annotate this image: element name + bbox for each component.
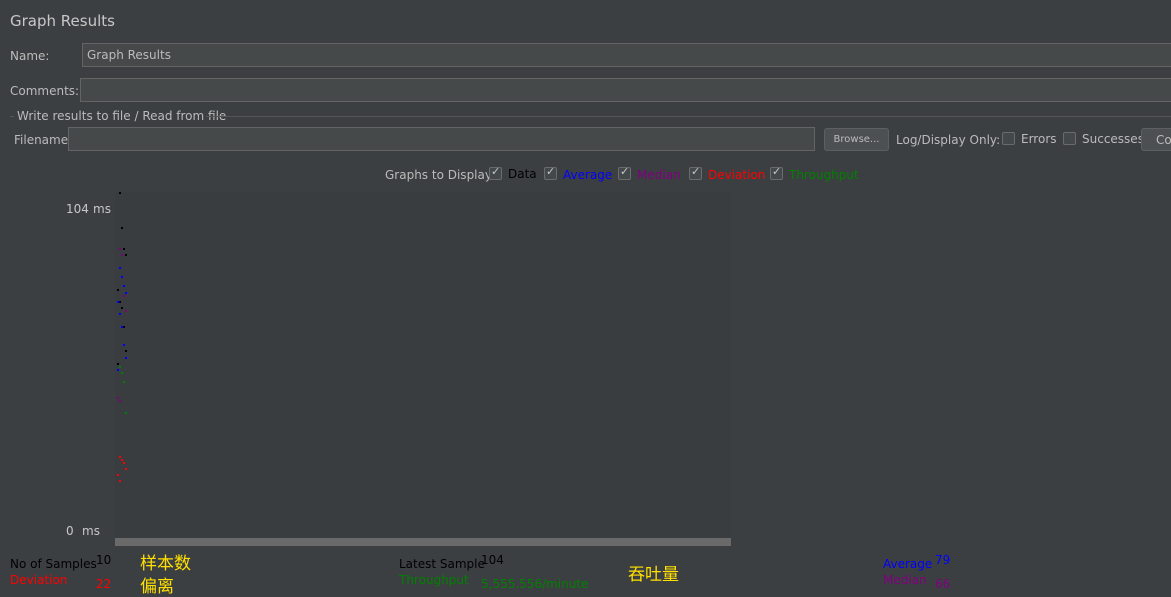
deviation-point xyxy=(125,468,127,471)
average-point xyxy=(119,313,121,316)
median-checkbox[interactable] xyxy=(618,165,631,180)
deviation-checkbox[interactable] xyxy=(689,165,702,180)
samples-value: 10 xyxy=(96,553,112,567)
data-point xyxy=(119,192,121,194)
name-label: Name: xyxy=(10,49,50,63)
horizontal-scrollbar[interactable] xyxy=(115,538,731,546)
filename-input[interactable] xyxy=(68,127,815,151)
median-point xyxy=(119,399,121,402)
file-group-title: Write results to file / Read from file xyxy=(17,109,227,123)
deviation-point xyxy=(119,455,121,458)
log-display-label: Log/Display Only: xyxy=(896,133,1001,147)
configure-button[interactable]: Co xyxy=(1141,128,1171,151)
median-value: 66 xyxy=(935,577,951,591)
data-point xyxy=(123,248,125,251)
average-value: 79 xyxy=(935,553,951,567)
median-label: Median xyxy=(883,573,927,587)
graph-plot-area xyxy=(115,192,731,538)
deviation-label: Deviation xyxy=(10,573,68,587)
throughput-point xyxy=(121,372,123,375)
data-legend-label: Data xyxy=(508,167,537,181)
y-axis-max-label: 104 xyxy=(66,202,89,216)
data-point xyxy=(125,350,127,353)
average-checkbox[interactable] xyxy=(544,165,557,180)
average-legend-label: Average xyxy=(563,168,613,182)
throughput-point xyxy=(123,381,125,384)
median-point xyxy=(123,294,125,297)
deviation-point xyxy=(119,480,121,483)
average-label: Average xyxy=(883,557,933,571)
y-axis-min-label: 0 xyxy=(66,524,74,538)
throughput-label: Throughput xyxy=(399,573,469,587)
data-point xyxy=(117,362,119,365)
latest-sample-label: Latest Sample xyxy=(399,557,485,571)
data-point xyxy=(125,254,127,257)
comments-input[interactable] xyxy=(80,78,1171,102)
median-point xyxy=(119,248,121,251)
median-point xyxy=(117,396,119,399)
deviation-point xyxy=(121,458,123,461)
throughput-point xyxy=(125,412,127,415)
data-point xyxy=(117,288,119,291)
average-point xyxy=(117,369,119,371)
deviation-legend-label: Deviation xyxy=(708,168,766,182)
deviation-point xyxy=(123,461,125,464)
throughput-point xyxy=(119,365,121,368)
data-point xyxy=(119,300,121,303)
successes-checkbox[interactable] xyxy=(1063,132,1076,145)
errors-checkbox[interactable] xyxy=(1002,132,1015,145)
average-point xyxy=(123,285,125,288)
comments-label: Comments: xyxy=(10,84,80,98)
name-input[interactable] xyxy=(82,43,1171,67)
errors-label: Errors xyxy=(1021,132,1057,146)
throughput-legend-label: Throughput xyxy=(789,168,859,182)
filename-label: Filename xyxy=(14,133,69,147)
deviation-value: 22 xyxy=(96,577,112,591)
average-point xyxy=(123,344,125,347)
average-point xyxy=(121,276,123,279)
latest-sample-value: 104 xyxy=(481,553,504,567)
successes-label: Successes xyxy=(1082,132,1144,146)
page-title: Graph Results xyxy=(10,12,115,30)
average-point xyxy=(125,291,127,294)
deviation-point xyxy=(117,474,119,477)
median-point xyxy=(125,310,127,313)
y-axis-unit-top: ms xyxy=(93,202,111,216)
median-point xyxy=(121,254,123,257)
average-point xyxy=(119,266,121,269)
samples-label: No of Samples xyxy=(10,557,97,571)
group-border-right xyxy=(206,116,1171,117)
throughput-checkbox[interactable] xyxy=(770,165,783,180)
browse-button[interactable]: Browse... xyxy=(824,128,889,151)
data-checkbox[interactable] xyxy=(489,165,502,180)
average-point xyxy=(117,300,119,303)
data-point xyxy=(121,307,123,310)
average-point xyxy=(125,356,127,359)
y-axis-unit-bottom: ms xyxy=(82,524,100,538)
samples-annotation: 样本数 xyxy=(140,554,191,574)
throughput-value: 5,555.556/minute xyxy=(481,577,589,591)
throughput-annotation: 吞吐量 xyxy=(628,565,679,585)
average-point xyxy=(121,325,123,328)
deviation-annotation: 偏离 xyxy=(140,577,174,597)
median-legend-label: Median xyxy=(637,168,681,182)
group-border-left xyxy=(10,116,14,117)
data-point xyxy=(121,226,123,229)
graphs-to-display-label: Graphs to Display xyxy=(385,168,492,182)
data-point xyxy=(123,325,125,328)
